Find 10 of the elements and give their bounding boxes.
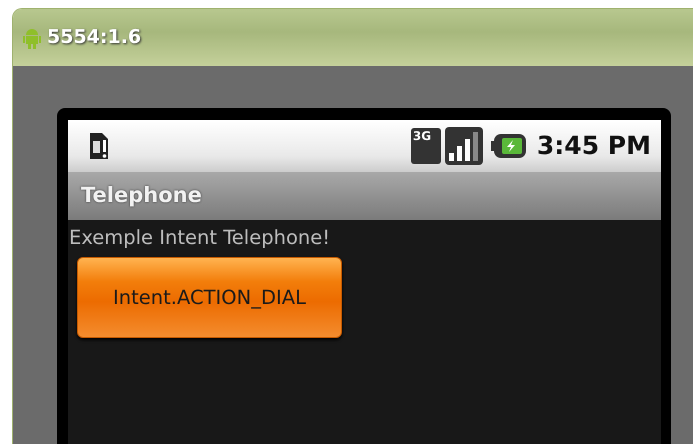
message-text: Exemple Intent Telephone! xyxy=(69,226,330,249)
app-title: Telephone xyxy=(81,182,202,210)
network-icon: 3G xyxy=(410,128,441,164)
window-title: 5554:1.6 xyxy=(47,25,142,50)
battery-charging-icon xyxy=(490,133,527,159)
android-icon xyxy=(23,26,41,48)
sim-alert-icon xyxy=(88,131,110,161)
clock-time: 3:45 PM xyxy=(536,130,651,162)
signal-icon xyxy=(444,127,483,165)
dial-button[interactable]: Intent.ACTION_DIAL xyxy=(77,257,342,338)
